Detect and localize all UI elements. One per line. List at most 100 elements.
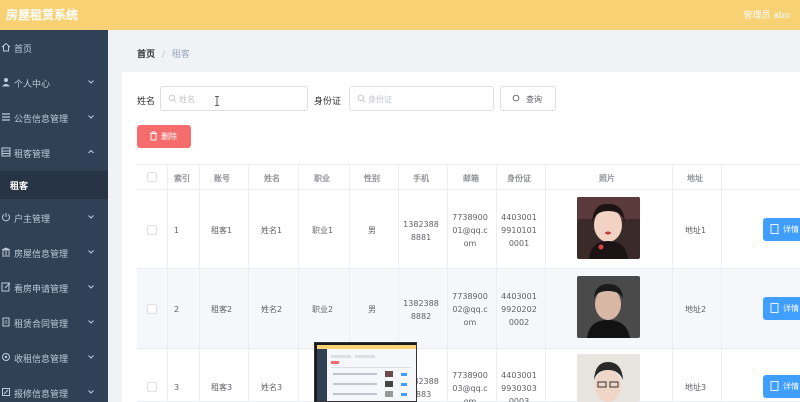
detail-button[interactable]: 详情 [763,297,800,320]
sidebar-item-profile[interactable]: 个人中心 [0,69,108,97]
th-account: 账号 [214,174,230,183]
th-idcard: 身份证 [507,174,531,183]
th-name: 姓名 [264,174,280,183]
th-gender: 性别 [364,174,380,183]
idcard-search-input[interactable]: 身份证 [349,86,494,111]
sidebar-item-owner-mgmt[interactable]: 户主管理 [0,204,108,232]
user-menu[interactable]: 管理员 abo [743,8,790,21]
breadcrumb-separator: / [161,50,165,60]
app-title: 房屋租赁系统 [6,8,79,22]
power-icon [2,213,10,222]
cell-name: 姓名1 [261,226,283,235]
cell-email: 7738900 01@qq.c om [452,213,488,248]
chevron-down-icon [88,390,94,394]
sidebar-item-contract[interactable]: 租赁合同管理 [0,309,108,337]
cell-gender: 男 [368,226,376,235]
cell-idcard: 4403001 9930303 0003 [501,371,537,402]
tenant-photo [577,276,640,338]
sidebar: 首页 个人中心 公告信息管理 租客管理 租客 户主管理 房屋信息管理 看房申请管… [0,30,108,402]
chevron-down-icon [88,80,94,84]
window-preview-thumbnail[interactable] [314,342,417,402]
th-address: 地址 [687,174,703,183]
document-icon [770,224,779,234]
search-icon [168,94,177,103]
th-index: 索引 [174,174,190,183]
sidebar-item-notice[interactable]: 公告信息管理 [0,104,108,132]
cell-email: 7738900 02@qq.c om [452,292,488,327]
link-icon [2,353,10,361]
sidebar-item-repair[interactable]: 报修信息管理 [0,379,108,402]
breadcrumb-current: 租客 [171,50,190,60]
query-button[interactable]: 查询 [500,86,556,111]
cell-idcard: 4403001 9920202 0002 [501,292,537,327]
cell-account: 租客3 [211,383,233,392]
cell-idcard: 4403001 9910101 0001 [501,213,537,248]
delete-button[interactable]: 删除 [137,125,191,148]
table-row[interactable]: 3 租客3 姓名3 1382388 8883 7738900 03@qq.c om 4… [137,349,800,402]
column-divider [545,164,546,402]
search-icon [512,94,520,102]
sidebar-item-viewing[interactable]: 看房申请管理 [0,274,108,302]
column-divider [672,164,673,402]
table-header: 索引 账号 姓名 职业 性别 手机 邮箱 身份证 照片 地址 [137,164,800,190]
cell-email: 7738900 03@qq.c om [452,371,488,402]
sidebar-item-rent[interactable]: 收租信息管理 [0,344,108,372]
breadcrumb-home[interactable]: 首页 [137,50,155,60]
th-phone: 手机 [413,174,429,183]
th-job: 职业 [314,174,330,183]
chevron-up-icon [88,149,94,154]
idcard-label: 身份证 [314,97,342,107]
tenant-photo [577,197,640,259]
sidebar-item-tenant-mgmt[interactable]: 租客管理 [0,139,108,167]
cell-account: 租客1 [211,226,233,235]
breadcrumb: 首页 / 租客 [137,47,190,60]
chevron-down-icon [88,355,94,359]
chevron-down-icon [88,285,94,289]
cell-address: 地址1 [685,226,707,235]
column-divider [298,164,299,402]
idcard-search-placeholder: 身份证 [368,95,392,104]
th-email: 邮箱 [463,174,479,183]
table-row[interactable]: 1 租客1 姓名1 职业1 男 1382388 8881 7738900 01@qq… [137,190,800,269]
chevron-down-icon [88,215,94,219]
bank-icon [1,247,11,257]
cell-job: 职业2 [312,305,334,314]
detail-button[interactable]: 详情 [763,218,800,241]
sidebar-subitem-tenant[interactable]: 租客 [0,171,108,199]
column-divider [447,164,448,402]
cell-name: 姓名3 [261,383,283,392]
tenant-photo [577,354,640,402]
user-icon [2,78,10,87]
menu-icon [2,113,10,121]
cell-job: 职业1 [312,226,334,235]
sidebar-item-home[interactable]: 首页 [0,34,108,62]
cell-address: 地址3 [685,383,707,392]
sidebar-item-house-info[interactable]: 房屋信息管理 [0,239,108,267]
cell-phone: 1382388 8882 [403,299,439,321]
name-label: 姓名 [137,97,156,107]
name-search-input[interactable]: 姓名 [160,86,308,111]
home-icon [1,42,11,52]
chevron-down-icon [88,115,94,119]
cell-index: 3 [174,383,180,392]
table-row[interactable]: 2 租客2 姓名2 职业2 男 1382388 8882 7738900 02@qq… [137,269,800,349]
column-divider [496,164,497,402]
cell-index: 1 [174,226,180,235]
row-checkbox[interactable] [147,304,157,314]
cell-name: 姓名2 [261,305,283,314]
cell-phone: 1382388 8881 [403,220,439,242]
grid-icon [1,147,11,157]
row-checkbox[interactable] [147,382,157,392]
column-divider [199,164,200,402]
document-icon [770,303,779,313]
column-divider [721,164,722,402]
cell-index: 2 [174,305,180,314]
chevron-down-icon [88,250,94,254]
column-divider [248,164,249,402]
select-all-checkbox[interactable] [147,172,157,182]
column-divider [167,164,168,402]
cell-account: 租客2 [211,305,233,314]
detail-button[interactable]: 详情 [763,375,800,398]
tool-icon [2,388,10,396]
row-checkbox[interactable] [147,225,157,235]
